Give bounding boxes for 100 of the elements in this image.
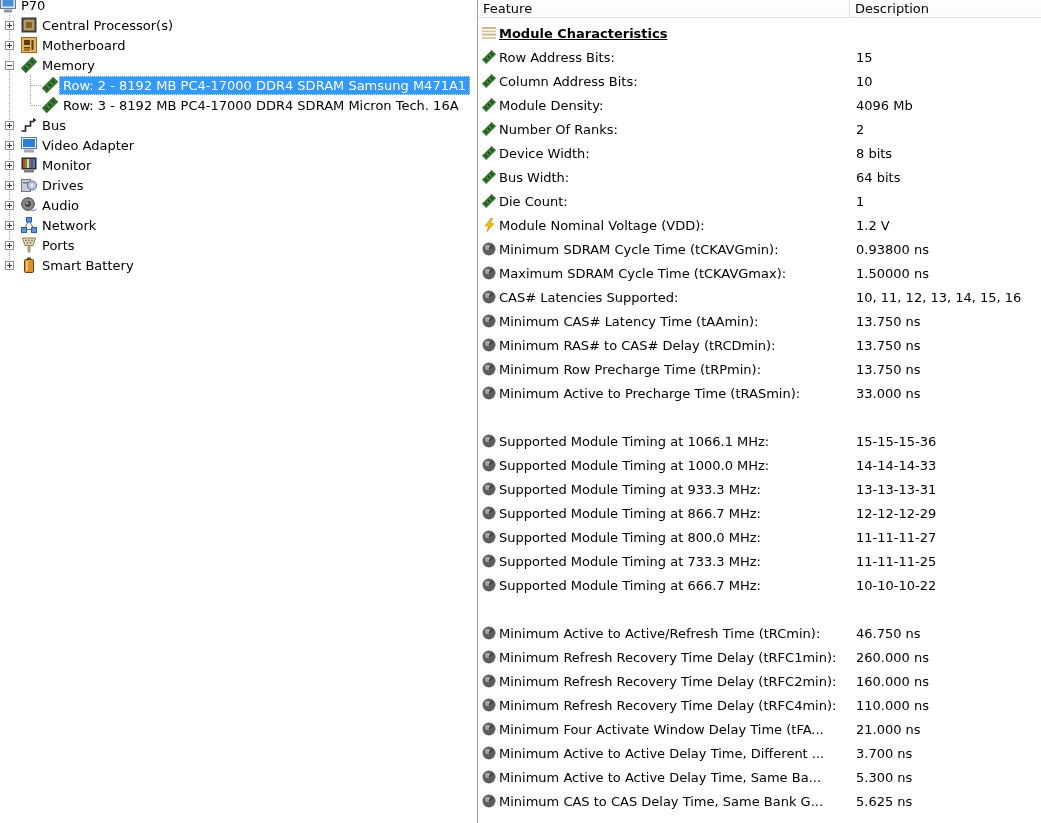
feature-value: 2 [855, 121, 865, 137]
feature-value: 5.300 ns [855, 769, 913, 785]
feature-label: Minimum Active to Active Delay Time, Different ... [499, 745, 825, 761]
feature-value: 14-14-14-33 [855, 457, 937, 473]
feature-label: Maximum SDRAM Cycle Time (tCKAVGmax): [499, 265, 787, 281]
plus-icon[interactable] [5, 40, 14, 50]
disc-icon [482, 722, 496, 736]
tree-item[interactable]: Bus [38, 115, 70, 135]
feature-label: Minimum RAS# to CAS# Delay (tRCDmin): [499, 337, 776, 353]
disc-icon [482, 482, 496, 496]
computer-icon [0, 0, 16, 13]
plus-icon[interactable] [5, 160, 14, 170]
feature-label: Supported Module Timing at 800.0 MHz: [499, 529, 761, 545]
disc-icon [482, 698, 496, 712]
feature-value: 11-11-11-27 [855, 529, 937, 545]
feature-value: 13-13-13-31 [855, 481, 937, 497]
feature-value: 10 [855, 73, 873, 89]
feature-label: Minimum CAS to CAS Delay Time, Same Bank G... [499, 793, 824, 809]
tree-item[interactable]: Network [38, 215, 101, 235]
disc-icon [482, 674, 496, 688]
plus-icon[interactable] [5, 240, 14, 250]
list-icon [482, 27, 496, 39]
memory-module-icon [482, 122, 496, 136]
feature-value: 13.750 ns [855, 337, 921, 353]
tree-item[interactable]: Monitor [38, 155, 96, 175]
tree-item[interactable]: Video Adapter [38, 135, 139, 155]
plus-icon[interactable] [5, 180, 14, 190]
column-header[interactable]: Description [850, 0, 1041, 17]
memory-module-icon [482, 170, 496, 184]
tree-item[interactable]: Audio [38, 195, 83, 215]
port-connector-icon [21, 237, 37, 253]
feature-value: 10-10-10-22 [855, 577, 937, 593]
feature-value: 260.000 ns [855, 649, 929, 665]
feature-label: Number Of Ranks: [499, 121, 618, 137]
disc-icon [482, 506, 496, 520]
feature-label: Supported Module Timing at 1000.0 MHz: [499, 457, 770, 473]
disc-icon [482, 290, 496, 304]
disc-icon [482, 650, 496, 664]
feature-label: Device Width: [499, 145, 590, 161]
feature-value: 0.93800 ns [855, 241, 929, 257]
disc-icon [482, 626, 496, 640]
feature-value: 15 [855, 49, 873, 65]
memory-module-icon [42, 77, 58, 93]
minus-icon[interactable] [5, 60, 14, 70]
test-pattern-monitor-icon [21, 157, 37, 173]
disc-icon [482, 770, 496, 784]
tree-item[interactable]: Row: 3 - 8192 MB PC4-17000 DDR4 SDRAM Micron Tech. 16A [59, 95, 463, 115]
disc-icon [482, 242, 496, 256]
feature-value: 13.750 ns [855, 313, 921, 329]
feature-label: Minimum Refresh Recovery Time Delay (tRFC2min): [499, 673, 837, 689]
disc-icon [482, 314, 496, 328]
feature-value: 10, 11, 12, 13, 14, 15, 16 [855, 289, 1022, 305]
tree-item[interactable]: P70 [17, 0, 50, 15]
network-icon [21, 217, 37, 233]
tree-item[interactable]: Ports [38, 235, 79, 255]
tree-item[interactable]: Central Processor(s) [38, 15, 177, 35]
memory-module-icon [21, 57, 37, 73]
tree-item[interactable]: Drives [38, 175, 88, 195]
disc-icon [482, 530, 496, 544]
column-header[interactable]: Feature [478, 0, 850, 17]
feature-value: 1.2 V [855, 217, 890, 233]
feature-label: Column Address Bits: [499, 73, 638, 89]
lightning-icon [484, 218, 494, 232]
feature-value: 12-12-12-29 [855, 505, 937, 521]
feature-label: Minimum Active to Active/Refresh Time (tRCmin): [499, 625, 821, 641]
feature-label: Minimum SDRAM Cycle Time (tCKAVGmin): [499, 241, 779, 257]
feature-label: Minimum Row Precharge Time (tRPmin): [499, 361, 762, 377]
feature-label: Minimum Four Activate Window Delay Time (tFA... [499, 721, 824, 737]
plus-icon[interactable] [5, 120, 14, 130]
plus-icon[interactable] [5, 220, 14, 230]
disc-icon [482, 434, 496, 448]
disc-icon [482, 794, 496, 808]
feature-value: 46.750 ns [855, 625, 921, 641]
disc-icon [482, 362, 496, 376]
memory-module-icon [482, 50, 496, 64]
step-line-icon [21, 117, 37, 133]
feature-label: Minimum Refresh Recovery Time Delay (tRFC4min): [499, 697, 837, 713]
feature-label: Module Nominal Voltage (VDD): [499, 217, 705, 233]
section-heading: Module Characteristics [499, 25, 668, 41]
feature-value: 33.000 ns [855, 385, 921, 401]
feature-value: 4096 Mb [855, 97, 913, 113]
feature-value: 11-11-11-25 [855, 553, 937, 569]
feature-value: 1.50000 ns [855, 265, 929, 281]
plus-icon[interactable] [5, 260, 14, 270]
tree-item[interactable]: Motherboard [38, 35, 130, 55]
chip-icon [21, 17, 37, 33]
tree-item[interactable]: Memory [38, 55, 99, 75]
circuit-board-icon [21, 37, 37, 53]
disc-icon [482, 338, 496, 352]
disc-icon [482, 554, 496, 568]
plus-icon[interactable] [5, 200, 14, 210]
tree-item[interactable]: Smart Battery [38, 255, 138, 275]
speaker-icon [21, 197, 37, 213]
memory-module-icon [42, 97, 58, 113]
feature-label: Supported Module Timing at 666.7 MHz: [499, 577, 761, 593]
disc-icon [482, 266, 496, 280]
disc-icon [482, 746, 496, 760]
plus-icon[interactable] [5, 20, 14, 30]
feature-label: Minimum Active to Active Delay Time, Same Ba... [499, 769, 822, 785]
plus-icon[interactable] [5, 140, 14, 150]
